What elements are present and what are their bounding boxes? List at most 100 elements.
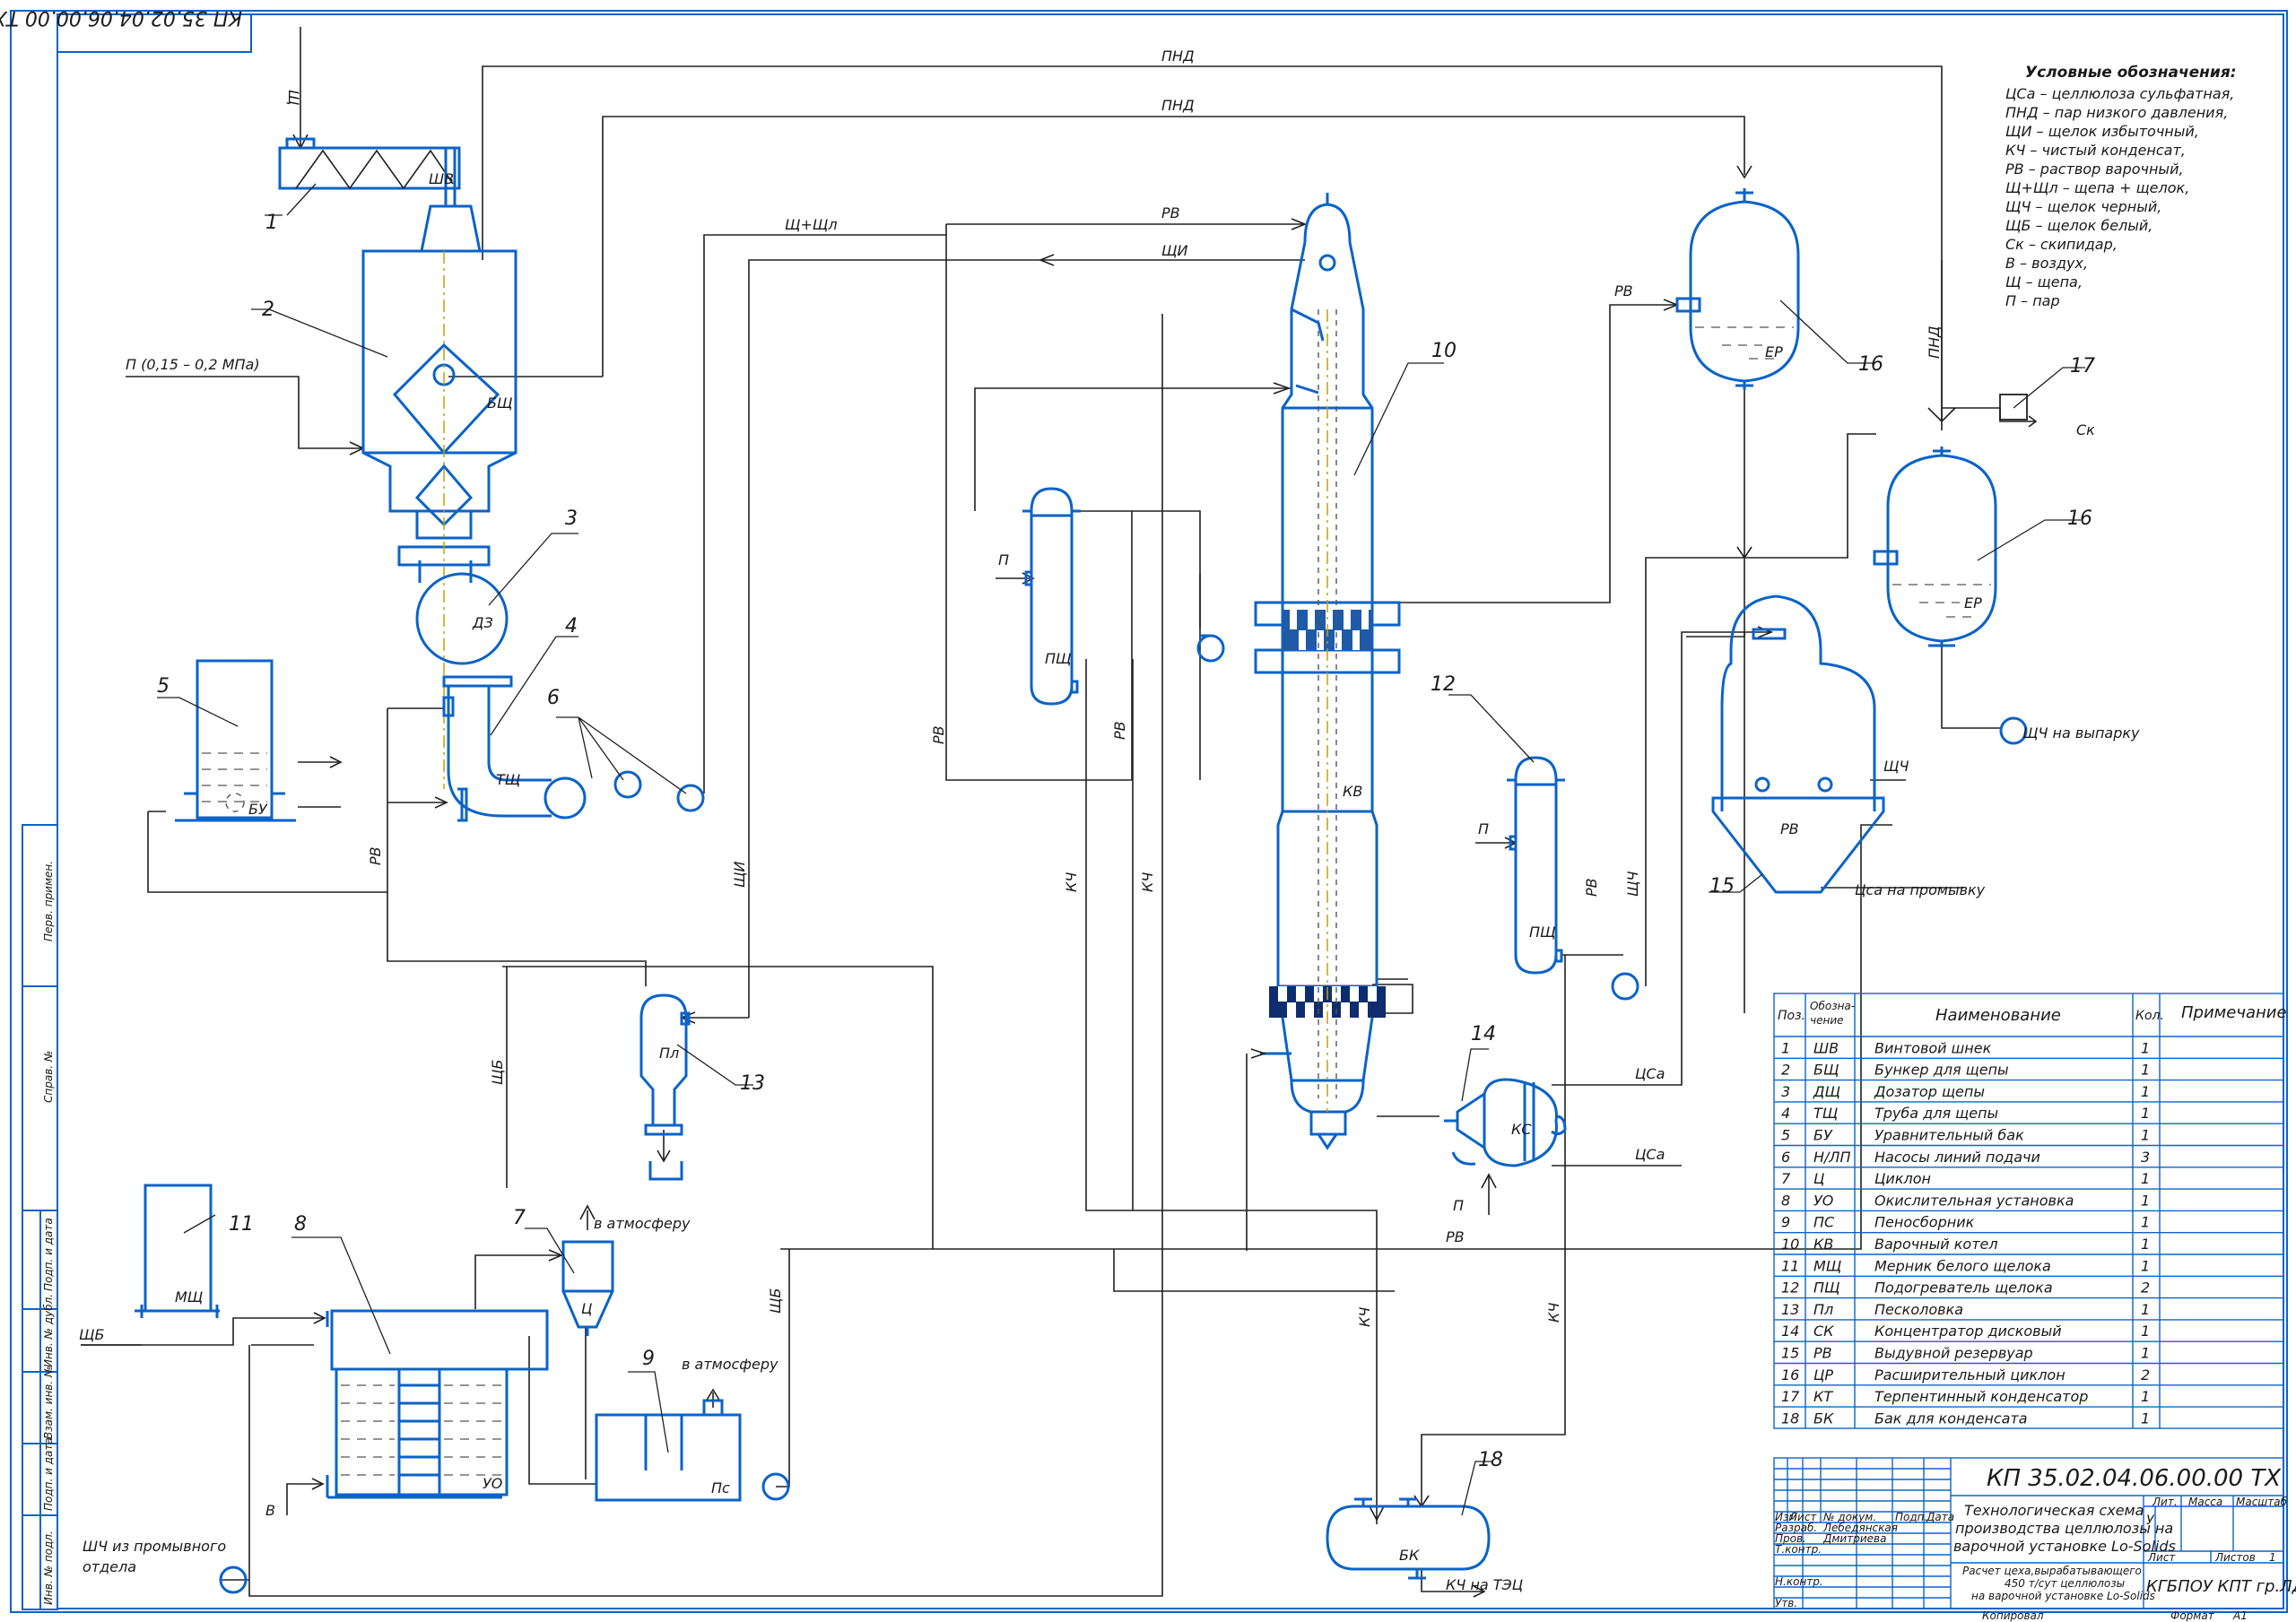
label-ts: Ц <box>581 1300 592 1317</box>
legend-item-9: В – воздух, <box>2005 255 2088 272</box>
flow-rv-mid: РВ <box>930 725 947 744</box>
tb-title-3: варочной установке Lo-Solids <box>1953 1538 2176 1555</box>
flow-kch-1: КЧ <box>1063 872 1080 892</box>
spec-cell-pos: 3 <box>1781 1083 1790 1100</box>
tb-massa: Масса <box>2188 1496 2222 1508</box>
pos-12: 12 <box>1431 673 1456 696</box>
tb-role-4: Утв. <box>1775 1597 1797 1609</box>
pos-15: 15 <box>1709 875 1735 898</box>
liquor-heater-12 <box>1507 756 1565 975</box>
spec-cell-qty: 1 <box>2141 1214 2150 1231</box>
spec-cell-name: Концентратор дисковый <box>1874 1323 2062 1340</box>
flow-kch-3: КЧ <box>1356 1307 1373 1327</box>
tb-masshtab: Масштаб <box>2236 1496 2288 1508</box>
label-uo: УО <box>483 1475 502 1492</box>
spec-cell-qty: 1 <box>2141 1039 2150 1056</box>
spec-cell-qty: 1 <box>2141 1170 2150 1187</box>
legend-item-10: Щ – щепа, <box>2005 273 2083 291</box>
spec-cell-name: Дозатор щепы <box>1874 1083 1985 1100</box>
spec-cell-qty: 1 <box>2141 1083 2150 1100</box>
spec-cell-pos: 18 <box>1781 1409 1799 1427</box>
tb-title-1: Технологическая схема <box>1964 1502 2144 1519</box>
pos-4: 4 <box>565 615 578 638</box>
cyclone-7 <box>561 1240 614 1336</box>
pos-8: 8 <box>294 1213 307 1236</box>
label-psh-left: ПЩ <box>1045 650 1072 667</box>
tb-role-3: Н.контр. <box>1775 1575 1823 1588</box>
tb-col-podp: Подп. <box>1895 1511 1927 1523</box>
left-side-columns: Перв. примен. Справ. № Подп. и дата Инв.… <box>22 824 58 1610</box>
pos-18: 18 <box>1478 1449 1503 1471</box>
tb-col-data: Дата <box>1926 1511 1954 1523</box>
spec-cell-name: Уравнительный бак <box>1874 1127 2024 1144</box>
spec-cell-qty: 1 <box>2141 1409 2150 1427</box>
spec-cell-pos: 13 <box>1781 1301 1799 1318</box>
pipelines <box>81 27 2038 1598</box>
label-er-top: ЕР <box>1765 343 1783 360</box>
spec-cell-code: ЦР <box>1813 1366 1833 1383</box>
tb-title-2: производства целлюлозы на <box>1955 1520 2173 1537</box>
pos-10: 10 <box>1431 340 1457 362</box>
flow-shb-vertical: ЩБ <box>489 1060 506 1086</box>
spec-cell-qty: 1 <box>2141 1127 2150 1144</box>
spec-cell-qty: 1 <box>2141 1388 2150 1405</box>
flow-shi-vertical: ЩИ <box>731 862 748 889</box>
spec-cell-qty: 1 <box>2141 1192 2150 1209</box>
spec-cell-name: Винтовой шнек <box>1874 1039 1992 1056</box>
tb-kopiroval: Копировал <box>1982 1609 2044 1622</box>
flow-tsa-2: ЦСа <box>1635 1146 1665 1163</box>
spec-cell-pos: 16 <box>1781 1366 1799 1383</box>
label-rv-tank: РВ <box>1780 820 1799 837</box>
spec-cell-code: КВ <box>1813 1236 1833 1253</box>
spec-cell-pos: 10 <box>1781 1236 1799 1253</box>
pos-11: 11 <box>229 1213 254 1236</box>
legend-item-1: ПНД – пар низкого давления, <box>2005 104 2228 121</box>
pos-5: 5 <box>157 675 170 698</box>
tb-sheets-value: 1 <box>2269 1551 2276 1564</box>
spec-cell-pos: 12 <box>1781 1279 1799 1297</box>
legend-title: Условные обозначения: <box>2025 64 2237 82</box>
spec-cell-pos: 8 <box>1781 1192 1790 1209</box>
legend-item-3: КЧ – чистый конденсат, <box>2005 142 2186 159</box>
flow-pnd-vertical: ПНД <box>1926 325 1943 359</box>
spec-table: Поз. Обозна- чение Наименование Кол. При… <box>1773 993 2287 1429</box>
spec-cell-qty: 1 <box>2141 1301 2150 1318</box>
side-label-4: Взам. инв. № <box>42 1366 55 1439</box>
spec-cell-name: Расширительный циклон <box>1874 1366 2066 1383</box>
label-dz: ДЗ <box>472 614 493 631</box>
spec-cell-code: ШВ <box>1813 1039 1839 1056</box>
side-label-6: Инв. № подл. <box>42 1531 55 1605</box>
spec-cell-code: БК <box>1813 1409 1834 1427</box>
spec-cell-pos: 4 <box>1781 1105 1790 1122</box>
spec-cell-pos: 9 <box>1781 1214 1790 1231</box>
spec-cell-qty: 2 <box>2141 1366 2150 1383</box>
flow-shi-top: ЩИ <box>1161 242 1188 259</box>
digester-10 <box>1250 193 1401 1150</box>
condensate-tank-18 <box>1326 1497 1491 1580</box>
pos-1: 1 <box>265 212 278 234</box>
legend: Условные обозначения: ЦСа – целлюлоза су… <box>2005 64 2237 309</box>
tb-role-2: Т.контр. <box>1775 1543 1822 1556</box>
flow-rv-bottom: РВ <box>1446 1228 1465 1245</box>
spec-cell-code: УО <box>1813 1192 1833 1209</box>
spec-cell-pos: 17 <box>1781 1388 1800 1405</box>
flow-atm-1: в атмосферу <box>594 1215 691 1232</box>
pos-13: 13 <box>740 1072 765 1095</box>
side-label-5: Подп. и дата <box>42 1437 55 1511</box>
spec-cell-qty: 3 <box>2141 1149 2150 1166</box>
pos-2: 2 <box>262 299 274 321</box>
pos-9: 9 <box>642 1348 655 1370</box>
flow-shshl: Щ+Щл <box>785 216 838 233</box>
spec-cell-qty: 2 <box>2141 1279 2150 1297</box>
spec-cell-code: ТЩ <box>1813 1105 1838 1122</box>
label-bu: БУ <box>248 801 268 818</box>
label-tsh: ТЩ <box>496 771 520 788</box>
flow-shch-evap: ЩЧ на выпарку <box>2022 724 2140 742</box>
spec-cell-qty: 1 <box>2141 1323 2150 1340</box>
spec-cell-qty: 1 <box>2141 1062 2150 1079</box>
tb-name-1: Дмитриева <box>1822 1532 1886 1545</box>
spec-cell-name: Окислительная установка <box>1874 1192 2074 1209</box>
flow-shch-right: ЩЧ <box>1624 872 1641 898</box>
spec-cell-qty: 1 <box>2141 1105 2150 1122</box>
flow-tsa-1: ЦСа <box>1635 1065 1665 1082</box>
